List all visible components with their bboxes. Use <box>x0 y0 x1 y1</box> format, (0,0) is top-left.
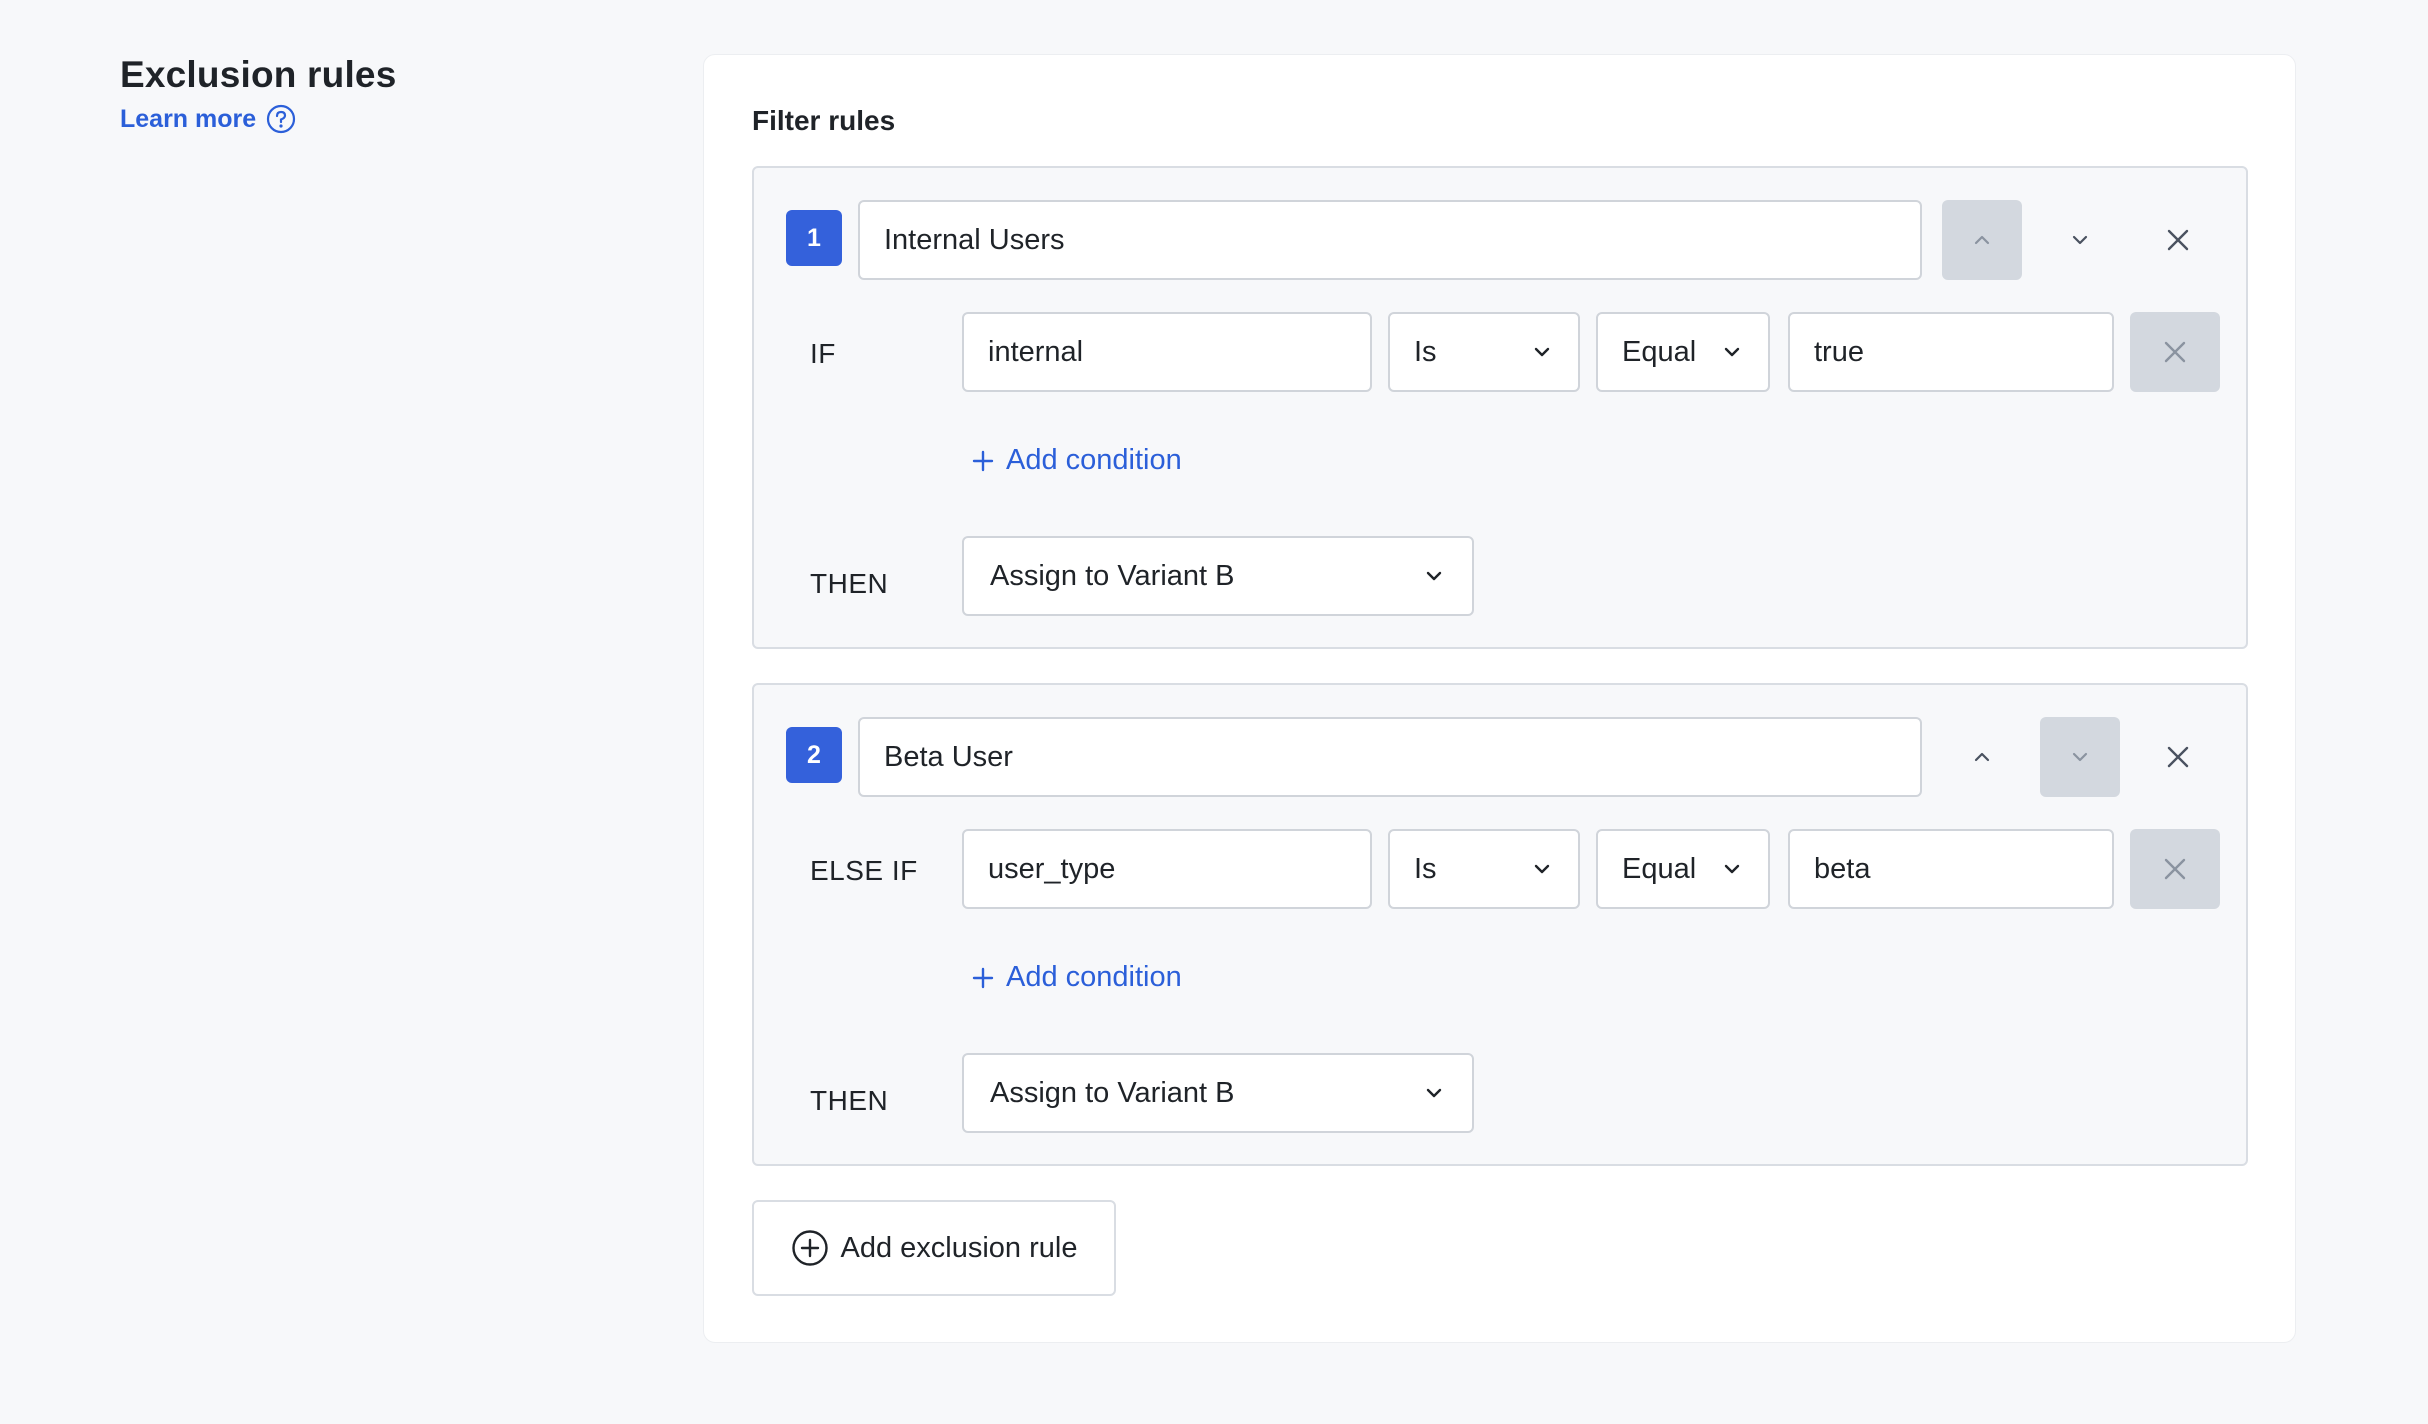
operator-value: Is <box>1414 852 1437 885</box>
action-value: Assign to Variant B <box>990 1076 1235 1109</box>
rule-block: 1 Internal Users IF internal Is Equal tr… <box>752 166 2248 649</box>
learn-more-link[interactable]: Learn more <box>120 104 397 134</box>
add-condition-label: Add condition <box>1006 444 1182 476</box>
section-title: Exclusion rules <box>120 54 397 95</box>
then-label: THEN <box>810 1085 889 1116</box>
plus-circle-icon <box>791 1230 828 1266</box>
action-value: Assign to Variant B <box>990 559 1235 592</box>
close-icon <box>2167 229 2189 251</box>
add-condition-button[interactable]: Add condition <box>972 961 1182 994</box>
rule-name-input[interactable]: Internal Users <box>858 200 1922 280</box>
remove-rule-button[interactable] <box>2138 200 2218 280</box>
comparator-value: Equal <box>1622 852 1697 885</box>
condition-label: IF <box>810 338 836 369</box>
operator-select[interactable]: Is <box>1388 312 1580 392</box>
comparator-select[interactable]: Equal <box>1596 312 1770 392</box>
operator-select[interactable]: Is <box>1388 829 1580 909</box>
value-input[interactable]: beta <box>1788 829 2114 909</box>
add-exclusion-rule-button[interactable]: Add exclusion rule <box>752 1200 1116 1296</box>
rule-block: 2 Beta User ELSE IF user_type Is Equal b… <box>752 683 2248 1166</box>
add-exclusion-rule-label: Add exclusion rule <box>840 1231 1078 1264</box>
chevron-down-icon <box>1534 864 1550 874</box>
card-title: Filter rules <box>752 105 896 136</box>
chevron-down-icon <box>1534 347 1550 357</box>
remove-rule-button[interactable] <box>2138 717 2218 797</box>
rule-number-badge: 2 <box>786 727 842 783</box>
page: Exclusion rules Learn more Filter rules … <box>0 0 2428 1424</box>
move-down-button[interactable] <box>2040 717 2120 797</box>
comparator-value: Equal <box>1622 335 1697 368</box>
action-select[interactable]: Assign to Variant B <box>962 536 1474 616</box>
move-down-button[interactable] <box>2040 200 2120 280</box>
chevron-down-icon <box>1724 347 1740 357</box>
attribute-input[interactable]: internal <box>962 312 1372 392</box>
chevron-up-icon <box>1974 752 1990 762</box>
chevron-down-icon <box>1426 1088 1442 1098</box>
chevron-down-icon <box>2072 752 2088 762</box>
close-icon <box>2164 341 2186 363</box>
rule-number-badge: 1 <box>786 210 842 266</box>
attribute-input[interactable]: user_type <box>962 829 1372 909</box>
remove-condition-button[interactable] <box>2130 312 2220 392</box>
add-condition-label: Add condition <box>1006 961 1182 993</box>
close-icon <box>2167 746 2189 768</box>
chevron-down-icon <box>1724 864 1740 874</box>
move-up-button[interactable] <box>1942 717 2022 797</box>
learn-more-label: Learn more <box>120 104 257 133</box>
chevron-down-icon <box>1426 571 1442 581</box>
help-circle-icon <box>266 104 296 134</box>
rule-name-input[interactable]: Beta User <box>858 717 1922 797</box>
filter-rules-card: Filter rules 1 Internal Users IF interna… <box>703 54 2296 1343</box>
value-input[interactable]: true <box>1788 312 2114 392</box>
chevron-up-icon <box>1974 235 1990 245</box>
add-condition-button[interactable]: Add condition <box>972 444 1182 477</box>
then-label: THEN <box>810 568 889 599</box>
comparator-select[interactable]: Equal <box>1596 829 1770 909</box>
operator-value: Is <box>1414 335 1437 368</box>
plus-icon <box>972 967 994 988</box>
move-up-button[interactable] <box>1942 200 2022 280</box>
remove-condition-button[interactable] <box>2130 829 2220 909</box>
action-select[interactable]: Assign to Variant B <box>962 1053 1474 1133</box>
section-header: Exclusion rules Learn more <box>120 54 397 134</box>
chevron-down-icon <box>2072 235 2088 245</box>
plus-icon <box>972 450 994 471</box>
condition-label: ELSE IF <box>810 855 918 886</box>
close-icon <box>2164 858 2186 880</box>
